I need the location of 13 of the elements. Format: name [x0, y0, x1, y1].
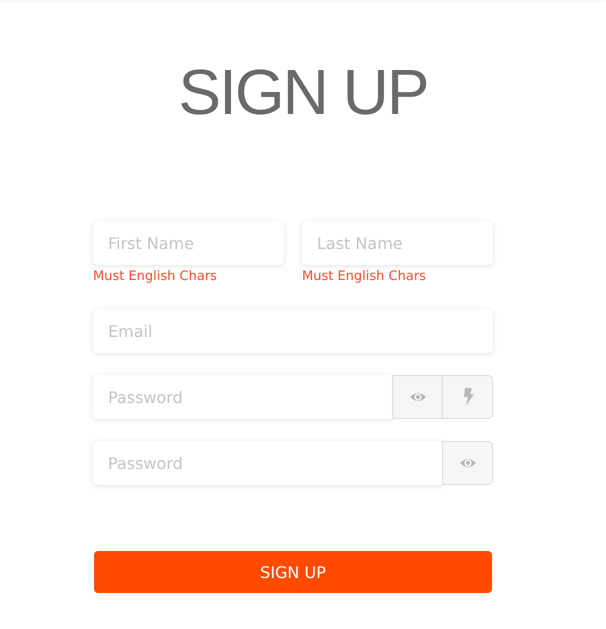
- error-message: Must English Chars: [302, 269, 427, 285]
- show-password-button[interactable]: [392, 375, 443, 419]
- show-password-button[interactable]: [442, 441, 493, 485]
- input-field[interactable]: First Name: [93, 221, 284, 265]
- lightning-bolt-icon: [462, 388, 474, 406]
- input-field[interactable]: Email: [93, 309, 493, 353]
- error-message: Must English Chars: [93, 269, 218, 285]
- page-title: SIGN UP: [177, 55, 429, 130]
- input-field[interactable]: Password: [93, 375, 393, 419]
- generate-password-button[interactable]: [442, 375, 493, 419]
- sign-up-button[interactable]: SIGN UP: [94, 551, 492, 593]
- input-field[interactable]: Password: [93, 441, 443, 485]
- input-field[interactable]: Last Name: [302, 221, 493, 265]
